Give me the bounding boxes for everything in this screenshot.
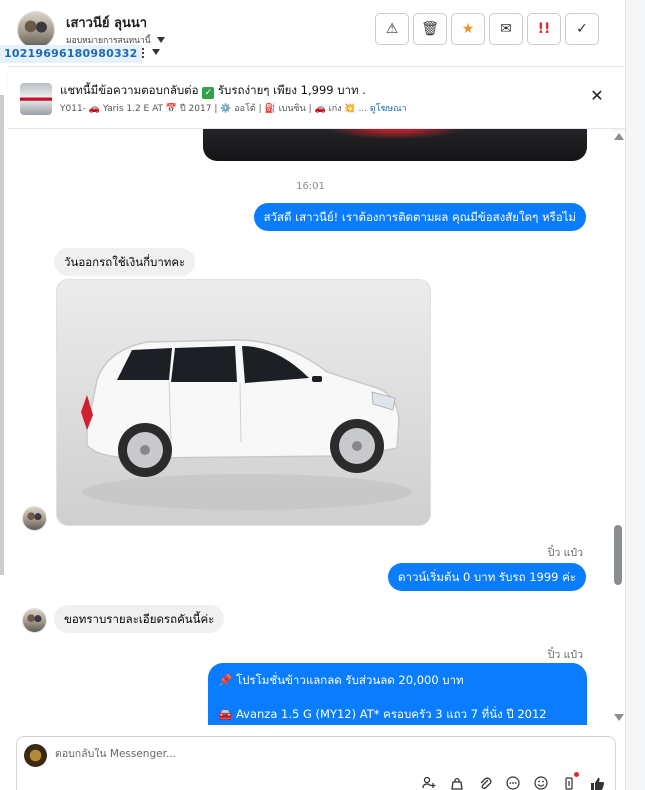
scroll-up-icon[interactable] [614,133,624,140]
reply-composer [16,736,616,790]
page-avatar [24,744,47,767]
message-thread[interactable]: 16:01 สวัสดี เสาวนีย์! เราต้องการติดตามผ… [8,129,613,725]
composer-toolbar [421,772,605,790]
ad-title-suffix: รับรถง่ายๆ เพียง 1,999 บาท . [217,83,366,97]
conversation-id[interactable]: 10219696180980332 [0,45,142,63]
mark-done-button[interactable]: ✓ [565,13,599,45]
scroll-down-icon[interactable] [614,714,624,721]
double-exclamation-icon: !! [537,21,551,37]
check-icon: ✓ [202,87,215,99]
contact-avatar[interactable] [22,506,47,531]
conversation-actions: ⚠ 🗑 ★ ✉ !! ✓ [375,13,599,45]
check-icon: ✓ [576,21,588,37]
timestamp: 16:01 [296,181,325,192]
ad-thumbnail [20,83,52,115]
incoming-message[interactable]: ขอทราบรายละเอียดรถคันนี้ค่ะ [54,605,225,633]
emoji-icon[interactable] [533,775,549,790]
scroll-thumb[interactable] [614,525,622,585]
outgoing-promo-message[interactable]: 📌 โปรโมชั่นข้าวแลกลด รับส่วนลด 20,000 บา… [208,663,587,725]
trash-icon: 🗑 [421,21,439,37]
dropper-icon[interactable] [561,772,579,790]
outgoing-message[interactable]: ดาวน์เริ่มต้น 0 บาท รับรถ 1999 ค่ะ [388,563,586,591]
bag-icon[interactable] [449,775,465,790]
ad-meta-text: Y011- 🚗 Yaris 1.2 E AT 📅 ปี 2017 | ⚙️ ออ… [60,104,368,114]
promo-line: 🚘 Avanza 1.5 G (MY12) AT* ครอบครัว 3 แถว… [218,707,547,721]
warning-icon: ⚠ [385,21,399,37]
left-divider [0,95,4,575]
contact-avatar[interactable] [22,608,47,633]
sender-name: ปิ๋ว แป๋ว [547,547,583,559]
add-person-icon[interactable] [421,775,437,790]
mark-unread-button[interactable]: ✉ [489,13,523,45]
more-icon[interactable] [505,775,521,790]
outgoing-message[interactable]: สวัสดี เสาวนีย์! เราต้องการติดตามผล คุณม… [253,203,586,231]
ad-title: แชทนี้มีข้อความตอบกลับต่อ ✓ รับรถง่ายๆ เ… [60,82,366,100]
reply-input[interactable] [55,748,455,760]
close-icon[interactable]: ✕ [588,87,606,105]
ad-meta: Y011- 🚗 Yaris 1.2 E AT 📅 ปี 2017 | ⚙️ ออ… [60,101,407,115]
sender-name: ปิ๋ว แป๋ว [547,649,583,661]
view-ad-link[interactable]: ดูโฆษณา [370,104,407,114]
white-mpv-car-image [81,339,412,510]
ad-context-banner: แชทนี้มีข้อความตอบกลับต่อ ✓ รับรถง่ายๆ เ… [8,66,625,129]
chevron-down-icon [152,49,160,55]
envelope-icon: ✉ [500,21,512,37]
promo-line: 📌 โปรโมชั่นข้าวแลกลด รับส่วนลด 20,000 บา… [218,673,464,687]
spam-button[interactable]: ⚠ [375,13,409,45]
previous-image-message[interactable] [203,129,587,161]
incoming-message[interactable]: วันออกรถใช้เงินกี่บาทคะ [54,248,196,276]
contact-avatar[interactable] [17,11,55,49]
star-icon: ★ [461,21,475,37]
ad-title-text: แชทนี้มีข้อความตอบกลับต่อ [60,83,199,97]
right-panel-edge [625,0,645,790]
delete-button[interactable]: 🗑 [413,13,447,45]
star-button[interactable]: ★ [451,13,485,45]
chevron-down-icon [156,37,165,43]
car-photo-message[interactable] [56,279,431,526]
follow-up-button[interactable]: !! [527,13,561,45]
contact-name[interactable]: เสาวนีย์ ลุนนา [66,12,147,33]
like-icon[interactable] [589,775,605,790]
thread-scrollbar[interactable] [613,129,625,725]
attach-icon[interactable] [477,775,493,790]
